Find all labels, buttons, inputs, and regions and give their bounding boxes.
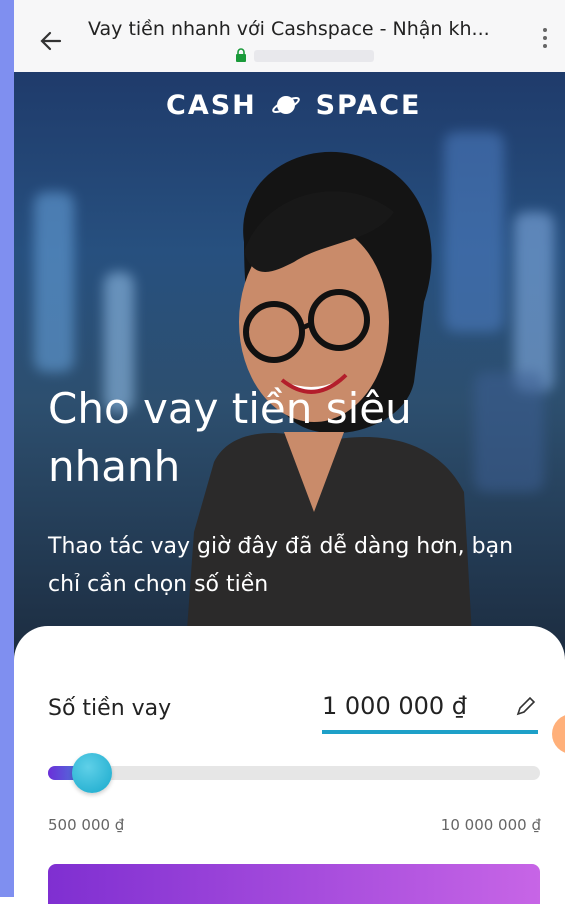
hero-title: Cho vay tiền siêu nhanh	[48, 384, 412, 491]
amount-underline	[322, 730, 538, 734]
amount-input[interactable]: 1 000 000 ₫	[322, 692, 467, 720]
hero-banner: CASH SPACE Cho vay tiền siêu nhanh Thao …	[14, 72, 565, 672]
loan-amount-card: Số tiền vay 1 000 000 ₫ 500 000 ₫ 10 000…	[14, 626, 565, 904]
floating-chat-tab[interactable]	[552, 714, 565, 754]
cashspace-logo: CASH SPACE	[166, 90, 422, 121]
amount-slider-thumb[interactable]	[72, 753, 112, 793]
left-edge-strip	[0, 0, 14, 897]
more-vertical-icon[interactable]	[541, 28, 549, 52]
slider-min-label: 500 000 ₫	[48, 816, 125, 834]
arrow-left-icon[interactable]	[36, 26, 66, 56]
planet-icon	[272, 96, 300, 114]
submit-button[interactable]	[48, 864, 540, 904]
browser-toolbar: Vay tiền nhanh với Cashspace - Nhận kh..…	[14, 0, 565, 73]
amount-slider-track[interactable]	[48, 766, 540, 780]
amount-label: Số tiền vay	[48, 696, 172, 721]
logo-text-cash: CASH	[166, 90, 257, 121]
hero-subtitle: Thao tác vay giờ đây đã dễ dàng hơn, bạn…	[48, 534, 514, 597]
logo-text-space: SPACE	[315, 90, 422, 121]
pencil-icon[interactable]	[514, 694, 538, 718]
lock-icon	[236, 48, 246, 62]
page-title: Vay tiền nhanh với Cashspace - Nhận kh..…	[88, 18, 490, 40]
url-text-blurred	[254, 50, 374, 62]
slider-max-label: 10 000 000 ₫	[440, 816, 541, 834]
